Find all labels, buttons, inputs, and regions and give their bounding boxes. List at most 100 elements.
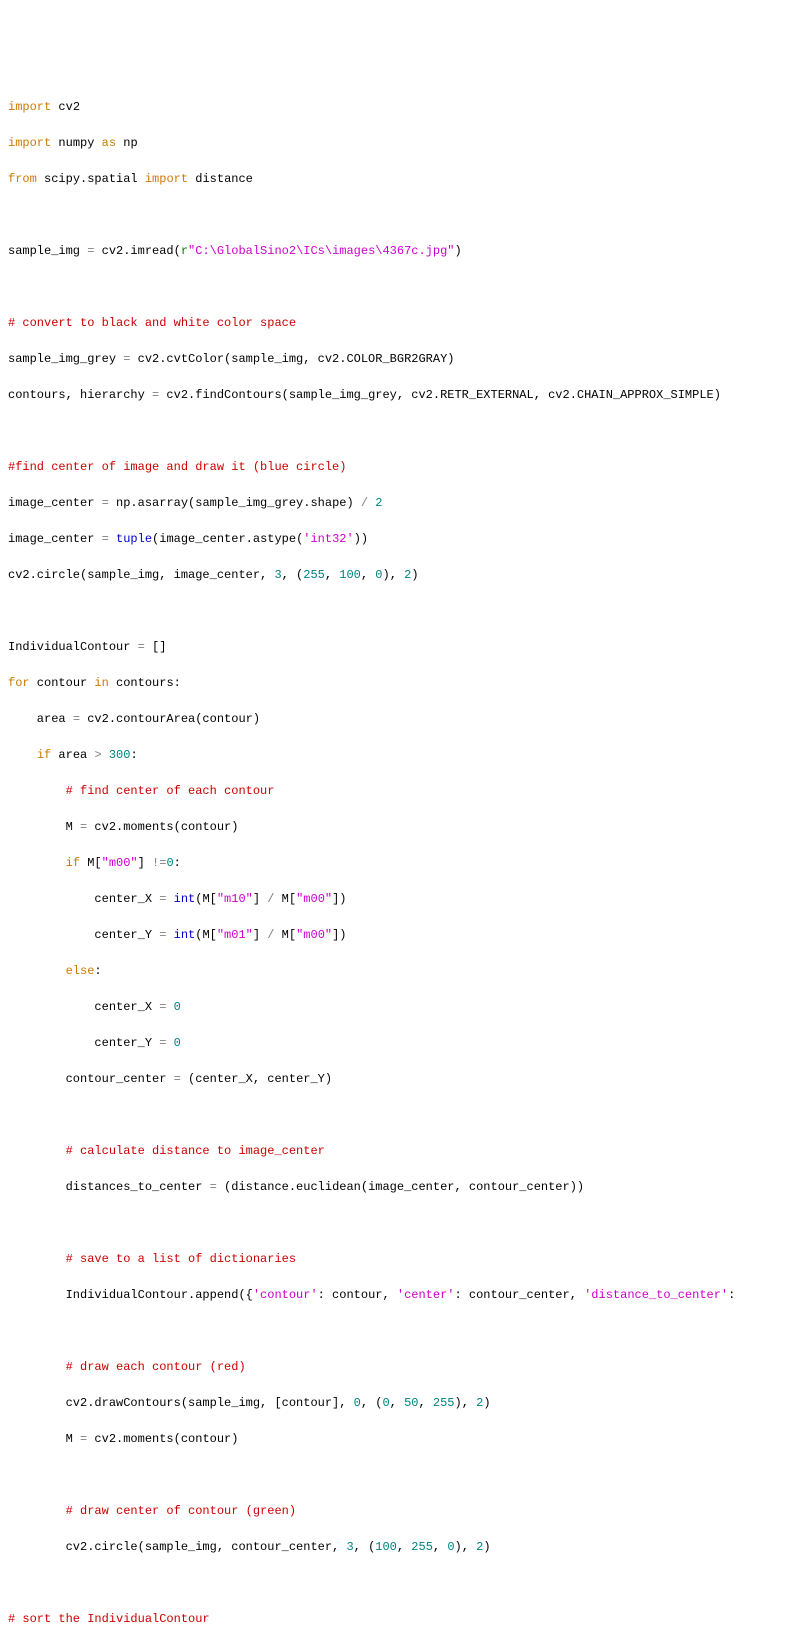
paren: ) bbox=[411, 568, 418, 582]
code-line: IndividualContour.append({'contour': con… bbox=[8, 1286, 799, 1304]
code-line: sample_img_grey = cv2.cvtColor(sample_im… bbox=[8, 350, 799, 368]
call: cv2.drawContours(sample_img, [contour], bbox=[8, 1396, 354, 1410]
alias: np bbox=[123, 136, 137, 150]
identifier: center_X bbox=[8, 892, 159, 906]
blank-line bbox=[8, 1214, 799, 1232]
operator: = bbox=[159, 1036, 166, 1050]
comment: # save to a list of dictionaries bbox=[66, 1252, 296, 1266]
code-block: import cv2 import numpy as np from scipy… bbox=[8, 80, 799, 1632]
indent bbox=[8, 1252, 66, 1266]
operator: = bbox=[159, 928, 166, 942]
call: cv2.cvtColor(sample_img, cv2.COLOR_BGR2G… bbox=[130, 352, 454, 366]
keyword-import: import bbox=[145, 172, 188, 186]
text: M[ bbox=[274, 892, 296, 906]
blank-line bbox=[8, 1106, 799, 1124]
number: 0 bbox=[174, 1000, 181, 1014]
code-line: # calculate distance to image_center bbox=[8, 1142, 799, 1160]
comment: # draw center of contour (green) bbox=[66, 1504, 296, 1518]
number: 255 bbox=[303, 568, 325, 582]
call: (image_center.astype( bbox=[152, 532, 303, 546]
identifier: contour_center bbox=[8, 1072, 174, 1086]
comment: #find center of image and draw it (blue … bbox=[8, 460, 346, 474]
identifier: distances_to_center bbox=[8, 1180, 210, 1194]
keyword-from: from bbox=[8, 172, 37, 186]
code-line: M = cv2.moments(contour) bbox=[8, 1430, 799, 1448]
call: cv2.imread( bbox=[94, 244, 180, 258]
blank-line bbox=[8, 422, 799, 440]
identifier: sample_img_grey bbox=[8, 352, 123, 366]
string: 'contour' bbox=[253, 1288, 318, 1302]
identifier: center_X bbox=[8, 1000, 159, 1014]
tuple: (center_X, center_Y) bbox=[181, 1072, 332, 1086]
call: (distance.euclidean(image_center, contou… bbox=[217, 1180, 584, 1194]
paren: ) bbox=[455, 244, 462, 258]
number: 0 bbox=[166, 856, 173, 870]
call: cv2.circle(sample_img, image_center, bbox=[8, 568, 274, 582]
code-line: import cv2 bbox=[8, 98, 799, 116]
text: , bbox=[361, 568, 375, 582]
code-line: M = cv2.moments(contour) bbox=[8, 818, 799, 836]
code-line: IndividualContour = [] bbox=[8, 638, 799, 656]
module: distance bbox=[195, 172, 253, 186]
number: 2 bbox=[476, 1396, 483, 1410]
number: 3 bbox=[274, 568, 281, 582]
number: 300 bbox=[109, 748, 131, 762]
paren: )) bbox=[354, 532, 368, 546]
blank-line bbox=[8, 1322, 799, 1340]
identifier: center_Y bbox=[8, 928, 159, 942]
code-line: # sort the IndividualContour bbox=[8, 1610, 799, 1628]
string: "m01" bbox=[217, 928, 253, 942]
text: (M[ bbox=[195, 892, 217, 906]
comment: # sort the IndividualContour bbox=[8, 1612, 210, 1626]
code-line: else: bbox=[8, 962, 799, 980]
indent bbox=[8, 784, 66, 798]
space bbox=[166, 1036, 173, 1050]
number: 0 bbox=[174, 1036, 181, 1050]
builtin-int: int bbox=[174, 928, 196, 942]
blank-line bbox=[8, 1466, 799, 1484]
number: 0 bbox=[354, 1396, 361, 1410]
operator: = bbox=[80, 1432, 87, 1446]
operator: / bbox=[267, 892, 274, 906]
blank-line bbox=[8, 206, 799, 224]
number: 2 bbox=[476, 1540, 483, 1554]
indent bbox=[8, 856, 66, 870]
operator: / bbox=[361, 496, 368, 510]
blank-line bbox=[8, 1574, 799, 1592]
identifier: contours: bbox=[109, 676, 181, 690]
operator: = bbox=[159, 892, 166, 906]
code-line: center_Y = int(M["m01"] / M["m00"]) bbox=[8, 926, 799, 944]
code-line: center_Y = 0 bbox=[8, 1034, 799, 1052]
space bbox=[166, 1000, 173, 1014]
code-line: center_X = 0 bbox=[8, 998, 799, 1016]
comment: # convert to black and white color space bbox=[8, 316, 296, 330]
number: 0 bbox=[447, 1540, 454, 1554]
string: "m00" bbox=[296, 892, 332, 906]
builtin-tuple: tuple bbox=[116, 532, 152, 546]
code-line: #find center of image and draw it (blue … bbox=[8, 458, 799, 476]
operator: = bbox=[73, 712, 80, 726]
code-line: # find center of each contour bbox=[8, 782, 799, 800]
comment: # calculate distance to image_center bbox=[66, 1144, 325, 1158]
space bbox=[109, 532, 116, 546]
operator: = bbox=[102, 532, 109, 546]
text: , bbox=[390, 1396, 404, 1410]
identifier: center_Y bbox=[8, 1036, 159, 1050]
number: 2 bbox=[375, 496, 382, 510]
code-line: # draw center of contour (green) bbox=[8, 1502, 799, 1520]
identifier: contours, hierarchy bbox=[8, 388, 152, 402]
keyword-import: import bbox=[8, 100, 51, 114]
operator: = bbox=[210, 1180, 217, 1194]
paren: ) bbox=[483, 1396, 490, 1410]
string: "m00" bbox=[102, 856, 138, 870]
operator: = bbox=[80, 820, 87, 834]
string: 'center' bbox=[397, 1288, 455, 1302]
keyword-if: if bbox=[66, 856, 80, 870]
indent bbox=[8, 1360, 66, 1374]
keyword-import: import bbox=[8, 136, 51, 150]
paren: ]) bbox=[332, 892, 346, 906]
keyword-if: if bbox=[37, 748, 51, 762]
code-line: import numpy as np bbox=[8, 134, 799, 152]
number: 3 bbox=[346, 1540, 353, 1554]
identifier: M bbox=[8, 820, 80, 834]
